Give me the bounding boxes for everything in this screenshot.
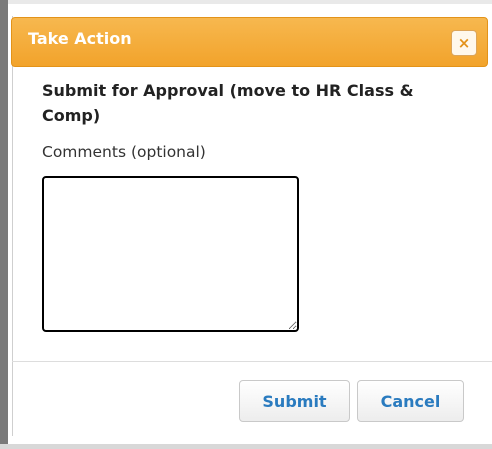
close-icon: ×: [457, 33, 471, 52]
close-button[interactable]: ×: [451, 30, 477, 56]
comments-textarea[interactable]: [42, 176, 299, 332]
bottom-edge: [0, 444, 492, 449]
footer-divider: [12, 361, 492, 362]
cancel-button[interactable]: Cancel: [357, 380, 464, 422]
action-title: Submit for Approval (move to HR Class & …: [42, 81, 414, 125]
window-left-edge: [0, 0, 8, 449]
submit-button[interactable]: Submit: [239, 380, 350, 422]
comments-label: Comments (optional): [42, 143, 206, 161]
dialog-title: Take Action: [28, 29, 132, 48]
top-edge: [0, 0, 492, 4]
